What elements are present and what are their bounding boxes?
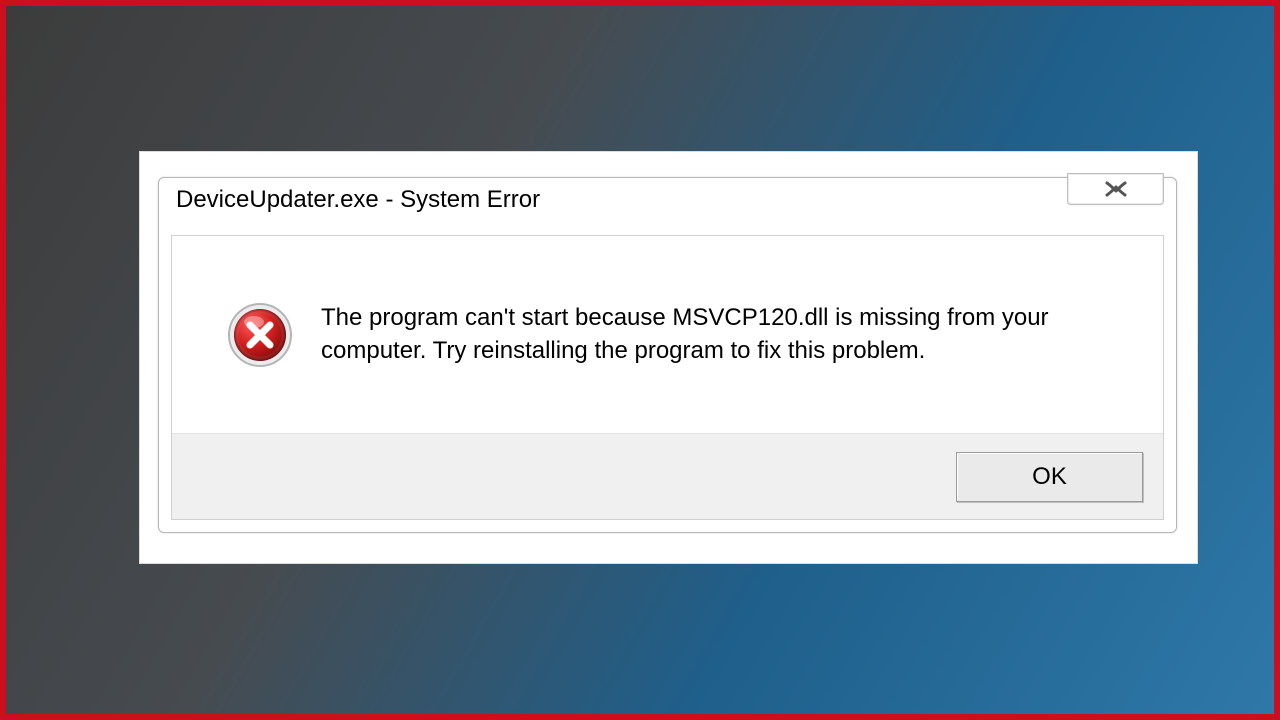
dialog-title: DeviceUpdater.exe - System Error: [176, 186, 540, 214]
system-error-dialog: DeviceUpdater.exe - System Error: [158, 177, 1177, 533]
message-area: The program can't start because MSVCP120…: [172, 236, 1163, 433]
error-message: The program can't start because MSVCP120…: [321, 302, 1101, 367]
ok-button-label: OK: [1032, 463, 1067, 491]
close-icon: [1103, 181, 1129, 197]
screenshot-backing: DeviceUpdater.exe - System Error: [139, 151, 1198, 564]
ok-button[interactable]: OK: [956, 452, 1143, 502]
error-icon: [227, 302, 293, 368]
close-button[interactable]: [1067, 173, 1164, 205]
desktop-background: DeviceUpdater.exe - System Error: [0, 0, 1280, 720]
dialog-client-area: The program can't start because MSVCP120…: [171, 235, 1164, 520]
dialog-button-row: OK: [172, 433, 1163, 519]
dialog-titlebar: DeviceUpdater.exe - System Error: [159, 178, 1176, 235]
